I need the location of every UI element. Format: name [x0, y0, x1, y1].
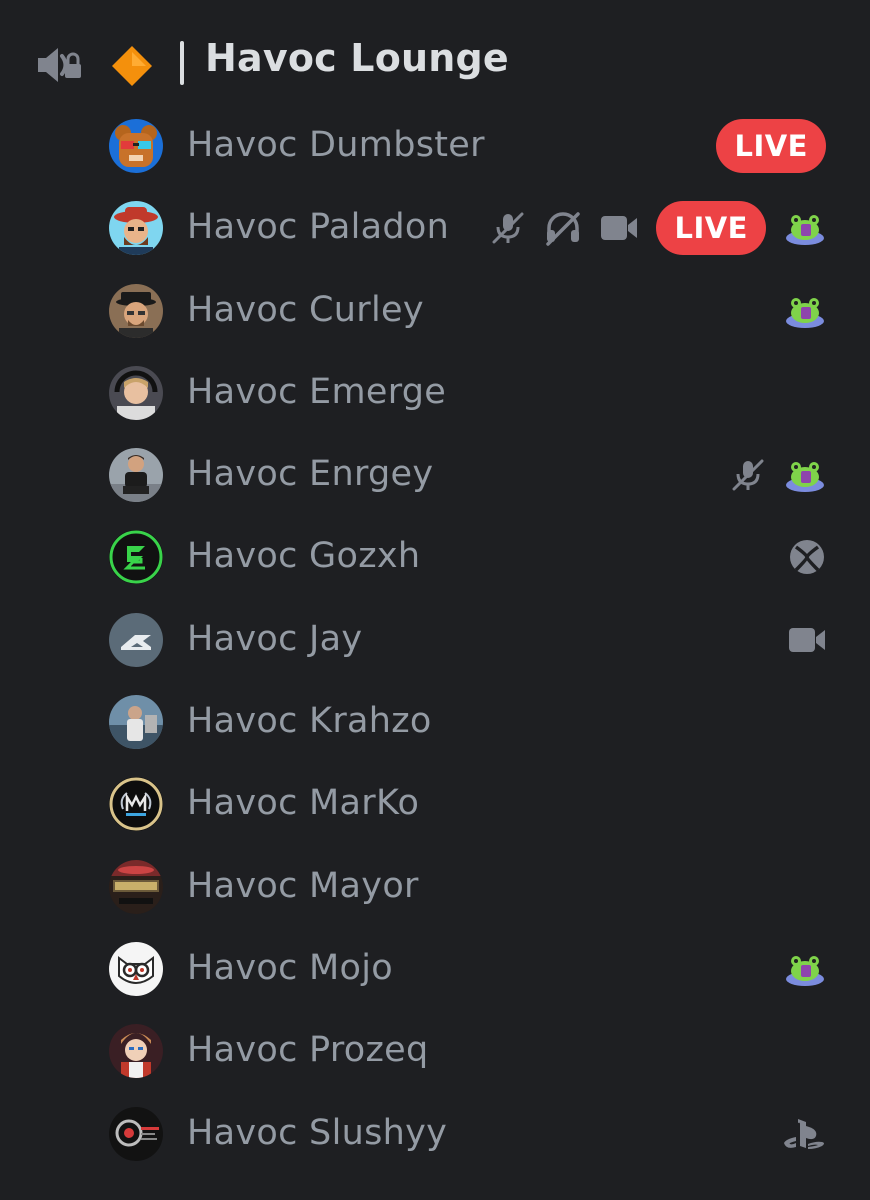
- voice-user-row[interactable]: Havoc Krahzo: [0, 681, 870, 763]
- username: Havoc Gozxh: [187, 536, 421, 577]
- username: Havoc Prozeq: [187, 1030, 429, 1071]
- voice-user-row[interactable]: Havoc Mojo: [0, 928, 870, 1010]
- avatar[interactable]: [109, 119, 163, 173]
- username: Havoc Paladon: [187, 207, 450, 248]
- voice-user-row[interactable]: Havoc Paladon LIVE: [0, 187, 870, 269]
- user-status-icons: [788, 530, 826, 584]
- avatar[interactable]: [109, 448, 163, 503]
- user-status-icons: [782, 1107, 826, 1161]
- voice-user-row[interactable]: Havoc Curley: [0, 270, 870, 352]
- avatar[interactable]: [109, 530, 163, 585]
- username: Havoc Emerge: [187, 371, 447, 412]
- frog-activity-icon[interactable]: [784, 293, 826, 329]
- headset-deafened-icon: [546, 212, 581, 247]
- username: Havoc Mayor: [187, 865, 419, 906]
- voice-user-row[interactable]: Havoc Slushyy: [0, 1093, 870, 1175]
- frog-activity-icon[interactable]: [784, 457, 826, 493]
- avatar[interactable]: [109, 283, 163, 338]
- avatar[interactable]: [109, 1024, 163, 1079]
- avatar[interactable]: [109, 859, 163, 914]
- voice-user-row[interactable]: Havoc Jay: [0, 599, 870, 681]
- avatar[interactable]: [109, 695, 163, 750]
- orange-diamond-icon: [112, 46, 152, 86]
- voice-channel-header[interactable]: Havoc Lounge: [0, 22, 870, 106]
- user-status-icons: [784, 284, 826, 338]
- voice-user-row[interactable]: Havoc Emerge: [0, 352, 870, 434]
- user-status-icons: LIVE: [716, 119, 826, 173]
- user-status-icons: LIVE: [490, 201, 826, 256]
- voice-user-row[interactable]: Havoc Prozeq: [0, 1010, 870, 1092]
- username: Havoc Jay: [187, 618, 363, 659]
- avatar[interactable]: [109, 1106, 163, 1161]
- avatar[interactable]: [109, 612, 163, 667]
- user-status-icons: [788, 613, 826, 667]
- voice-user-row[interactable]: Havoc Gozxh: [0, 516, 870, 598]
- voice-channel-panel: Havoc Lounge Havoc Dumbster LIVE Havoc P…: [0, 0, 870, 1200]
- live-badge[interactable]: LIVE: [716, 119, 826, 173]
- username: Havoc Enrgey: [187, 454, 434, 495]
- username: Havoc Mojo: [187, 947, 394, 988]
- voice-user-row[interactable]: Havoc Enrgey: [0, 434, 870, 516]
- frog-activity-icon[interactable]: [784, 210, 826, 246]
- user-status-icons: [784, 942, 826, 996]
- mic-muted-icon: [732, 459, 764, 491]
- video-camera-icon: [601, 216, 638, 241]
- avatar[interactable]: [109, 201, 163, 256]
- username: Havoc Krahzo: [187, 701, 432, 742]
- username: Havoc Slushyy: [187, 1112, 448, 1153]
- header-divider: [180, 41, 184, 85]
- voice-user-row[interactable]: Havoc Dumbster LIVE: [0, 105, 870, 187]
- user-status-icons: [730, 448, 826, 502]
- playstation-icon[interactable]: [782, 1117, 826, 1151]
- live-badge[interactable]: LIVE: [656, 201, 766, 256]
- voice-user-list: Havoc Dumbster LIVE Havoc Paladon LIVE H…: [0, 105, 870, 1175]
- username: Havoc Dumbster: [187, 125, 485, 165]
- avatar[interactable]: [109, 365, 163, 420]
- xbox-icon[interactable]: [788, 538, 826, 576]
- voice-user-row[interactable]: Havoc MarKo: [0, 763, 870, 845]
- username: Havoc MarKo: [187, 783, 420, 824]
- username: Havoc Curley: [187, 289, 424, 330]
- frog-activity-icon[interactable]: [784, 951, 826, 987]
- avatar[interactable]: [109, 777, 163, 832]
- voice-user-row[interactable]: Havoc Mayor: [0, 846, 870, 928]
- video-camera-icon: [789, 627, 825, 652]
- speaker-lock-icon: [38, 48, 81, 82]
- mic-muted-icon: [492, 212, 524, 244]
- channel-name: Havoc Lounge: [205, 36, 509, 80]
- avatar[interactable]: [109, 941, 163, 996]
